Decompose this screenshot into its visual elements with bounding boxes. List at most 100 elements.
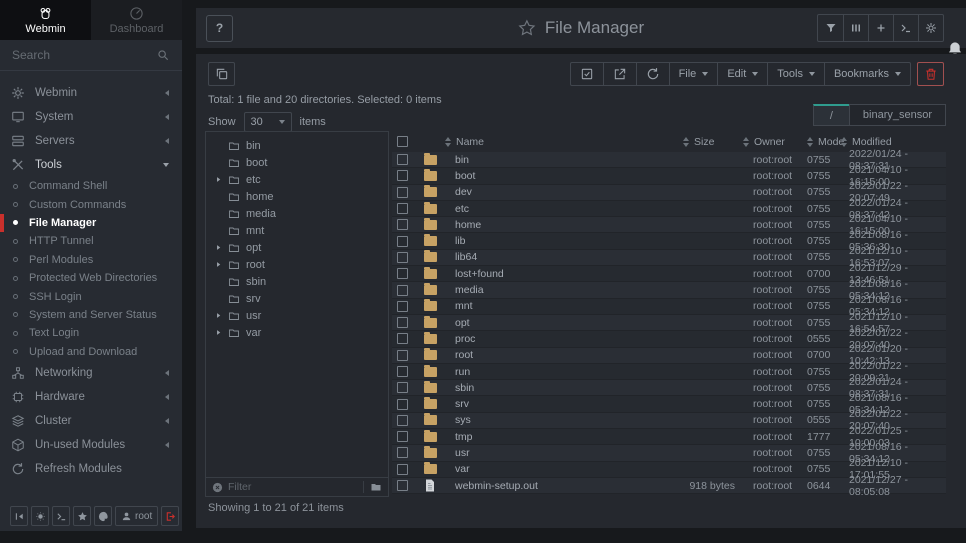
expand-caret-icon[interactable]	[215, 261, 222, 268]
row-checkbox[interactable]	[397, 268, 408, 279]
sidebar-category-un-used-modules[interactable]: Un-used Modules	[0, 433, 182, 457]
theme-toggle-button[interactable]	[31, 506, 49, 526]
select-all-button[interactable]	[571, 63, 603, 85]
sidebar-category-servers[interactable]: Servers	[0, 129, 182, 153]
sidebar-item-perl-modules[interactable]: Perl Modules	[0, 251, 182, 269]
sort-size-control[interactable]	[683, 137, 689, 147]
tree-item-home[interactable]: home	[206, 188, 388, 205]
row-checkbox[interactable]	[397, 285, 408, 296]
column-header-modified[interactable]: Modified	[852, 136, 892, 148]
row-checkbox[interactable]	[397, 480, 408, 491]
row-checkbox[interactable]	[397, 464, 408, 475]
tree-item-srv[interactable]: srv	[206, 290, 388, 307]
columns-button[interactable]	[843, 15, 868, 41]
column-header-owner[interactable]: Owner	[754, 136, 785, 148]
row-checkbox[interactable]	[397, 187, 408, 198]
tree-item-mnt[interactable]: mnt	[206, 222, 388, 239]
tab-dashboard[interactable]: Dashboard	[91, 0, 182, 40]
tree-item-media[interactable]: media	[206, 205, 388, 222]
tools-menu-button[interactable]: Tools	[767, 63, 824, 85]
user-button[interactable]: root	[115, 506, 158, 526]
collapse-sidebar-button[interactable]	[10, 506, 28, 526]
expand-caret-icon[interactable]	[215, 244, 222, 251]
sidebar-item-http-tunnel[interactable]: HTTP Tunnel	[0, 232, 182, 250]
row-checkbox[interactable]	[397, 154, 408, 165]
tree-filter-input[interactable]	[228, 481, 358, 493]
sort-name-control[interactable]	[445, 137, 451, 147]
column-header-name[interactable]: Name	[456, 136, 484, 148]
help-button[interactable]: ?	[206, 15, 233, 42]
sidebar-item-system-and-server-status[interactable]: System and Server Status	[0, 306, 182, 324]
row-checkbox[interactable]	[397, 301, 408, 312]
row-checkbox[interactable]	[397, 203, 408, 214]
tree-item-sbin[interactable]: sbin	[206, 273, 388, 290]
theme-palette-button[interactable]	[94, 506, 112, 526]
bookmarks-menu-button[interactable]: Bookmarks	[824, 63, 910, 85]
table-row[interactable]: webmin-setup.out 918 bytes root:root 064…	[392, 478, 946, 494]
sort-mode-control[interactable]	[807, 137, 813, 147]
tree-item-opt[interactable]: opt	[206, 239, 388, 256]
column-header-size[interactable]: Size	[694, 136, 714, 148]
sort-owner-control[interactable]	[743, 137, 749, 147]
tree-item-boot[interactable]: boot	[206, 154, 388, 171]
row-checkbox[interactable]	[397, 447, 408, 458]
row-checkbox[interactable]	[397, 236, 408, 247]
expand-caret-icon[interactable]	[215, 312, 222, 319]
share-button[interactable]	[603, 63, 636, 85]
tree-item-bin[interactable]: bin	[206, 137, 388, 154]
tree-item-usr[interactable]: usr	[206, 307, 388, 324]
file-menu-button[interactable]: File	[669, 63, 718, 85]
expand-caret-icon[interactable]	[215, 329, 222, 336]
sidebar-item-text-login[interactable]: Text Login	[0, 324, 182, 342]
sidebar-category-refresh-modules[interactable]: Refresh Modules	[0, 457, 182, 481]
sidebar-item-protected-web-directories[interactable]: Protected Web Directories	[0, 269, 182, 287]
clipboard-button[interactable]	[208, 62, 235, 86]
add-button[interactable]	[868, 15, 893, 41]
row-checkbox[interactable]	[397, 382, 408, 393]
sidebar-category-webmin[interactable]: Webmin	[0, 81, 182, 105]
sidebar-item-upload-and-download[interactable]: Upload and Download	[0, 343, 182, 361]
expand-caret-icon[interactable]	[215, 176, 222, 183]
sidebar-category-system[interactable]: System	[0, 105, 182, 129]
sidebar-item-command-shell[interactable]: Command Shell	[0, 177, 182, 195]
row-checkbox[interactable]	[397, 317, 408, 328]
row-checkbox[interactable]	[397, 366, 408, 377]
shell-button[interactable]	[52, 506, 70, 526]
edit-menu-button[interactable]: Edit	[717, 63, 767, 85]
search-input[interactable]	[12, 48, 142, 62]
clear-filter-icon[interactable]	[212, 482, 223, 493]
sidebar-category-tools[interactable]: Tools	[0, 153, 182, 177]
tab-webmin[interactable]: Webmin	[0, 0, 91, 40]
select-all-checkbox[interactable]	[397, 136, 408, 147]
star-outline-icon[interactable]	[518, 19, 536, 37]
row-checkbox[interactable]	[397, 333, 408, 344]
breadcrumb-root[interactable]: /	[813, 104, 849, 126]
row-checkbox[interactable]	[397, 431, 408, 442]
tree-folder-button[interactable]	[363, 481, 382, 493]
terminal-button[interactable]	[893, 15, 918, 41]
sidebar-category-networking[interactable]: Networking	[0, 361, 182, 385]
sidebar-category-cluster[interactable]: Cluster	[0, 409, 182, 433]
tree-item-var[interactable]: var	[206, 324, 388, 341]
logout-button[interactable]	[161, 506, 179, 526]
row-checkbox[interactable]	[397, 219, 408, 230]
refresh-button[interactable]	[636, 63, 669, 85]
sidebar-item-ssh-login[interactable]: SSH Login	[0, 287, 182, 305]
breadcrumb-host[interactable]: binary_sensor	[849, 104, 946, 126]
tree-item-etc[interactable]: etc	[206, 171, 388, 188]
sidebar-item-custom-commands[interactable]: Custom Commands	[0, 195, 182, 213]
row-checkbox[interactable]	[397, 170, 408, 181]
filter-toggle-button[interactable]	[818, 15, 843, 41]
settings-button[interactable]	[918, 15, 943, 41]
row-checkbox[interactable]	[397, 415, 408, 426]
show-count-select[interactable]: 30	[244, 112, 292, 132]
row-checkbox[interactable]	[397, 350, 408, 361]
tree-item-root[interactable]: root	[206, 256, 388, 273]
sidebar-item-file-manager[interactable]: File Manager	[0, 214, 182, 232]
favorites-button[interactable]	[73, 506, 91, 526]
row-checkbox[interactable]	[397, 399, 408, 410]
delete-button[interactable]	[917, 62, 944, 86]
row-checkbox[interactable]	[397, 252, 408, 263]
sort-modified-control[interactable]	[841, 137, 847, 147]
sidebar-category-hardware[interactable]: Hardware	[0, 385, 182, 409]
